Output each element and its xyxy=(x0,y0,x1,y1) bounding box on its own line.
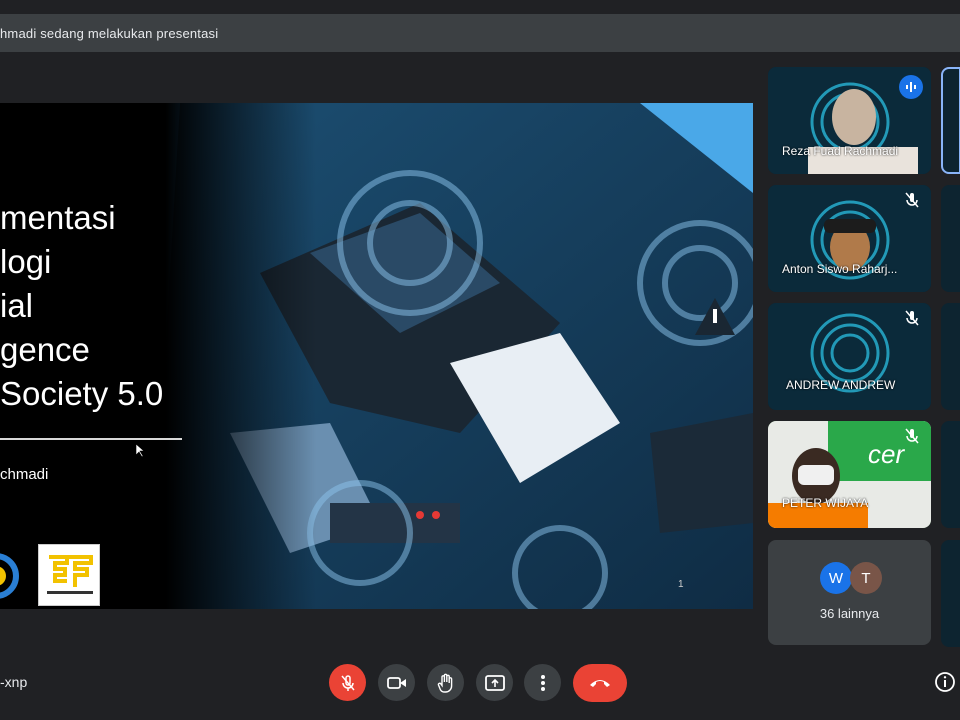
mic-off-icon xyxy=(340,674,355,691)
participant-name: PETER WIJAYA xyxy=(782,496,869,510)
slide-illustration xyxy=(0,103,753,609)
mic-off-icon xyxy=(905,428,919,444)
slide-title-line: logi xyxy=(0,243,52,280)
participant-tile-partial[interactable] xyxy=(941,185,960,292)
computer-engineering-logo-icon xyxy=(38,544,100,606)
leave-call-button[interactable] xyxy=(573,664,627,702)
university-logo-icon xyxy=(0,553,19,599)
participant-tile-partial[interactable] xyxy=(941,540,960,647)
present-now-button[interactable] xyxy=(476,664,513,701)
call-end-icon xyxy=(590,680,610,687)
participant-tile-partial[interactable] xyxy=(941,67,960,174)
participant-tile-partial[interactable] xyxy=(941,303,960,410)
info-icon[interactable] xyxy=(934,671,956,693)
presenting-banner-text: hmadi sedang melakukan presentasi xyxy=(0,25,219,41)
participant-avatar: W xyxy=(820,562,852,594)
slide-title-line: gence xyxy=(0,331,90,368)
mic-off-icon xyxy=(905,192,919,208)
participant-tile[interactable]: Anton Siswo Raharj... xyxy=(768,185,931,292)
slide-page-number: 1 xyxy=(678,579,684,590)
participant-tile-partial[interactable] xyxy=(941,421,960,528)
present-screen-icon xyxy=(484,674,505,691)
slide-title-line: mentasi xyxy=(0,199,116,236)
participant-avatar: T xyxy=(850,562,882,594)
speaking-indicator-icon xyxy=(899,75,923,99)
svg-text:cer: cer xyxy=(868,439,905,469)
mic-off-icon xyxy=(905,310,919,326)
raise-hand-icon xyxy=(437,673,452,693)
mouse-cursor-icon xyxy=(136,444,145,458)
participant-tile[interactable]: ANDREW ANDREW xyxy=(768,303,931,410)
slide-title-line: ial xyxy=(0,287,34,324)
participant-name: Reza Fuad Rachmadi xyxy=(782,144,899,158)
camera-toggle-button[interactable] xyxy=(378,664,415,701)
participant-name: Anton Siswo Raharj... xyxy=(782,262,898,276)
meeting-code: -xnp xyxy=(0,674,28,690)
slide-author: chmadi xyxy=(0,466,49,483)
presenting-banner: hmadi sedang melakukan presentasi xyxy=(0,14,960,52)
more-participants-tile[interactable]: W T 36 lainnya xyxy=(768,540,931,645)
meet-window: hmadi sedang melakukan presentasi mentas… xyxy=(0,0,960,720)
raise-hand-button[interactable] xyxy=(427,664,464,701)
shared-presentation[interactable]: mentasi logi ial gence Society 5.0 chmad… xyxy=(0,103,753,609)
participant-tile[interactable]: Reza Fuad Rachmadi xyxy=(768,67,931,174)
slide-title-line: Society 5.0 xyxy=(0,375,164,412)
more-participants-label: 36 lainnya xyxy=(819,606,880,621)
mic-toggle-button[interactable] xyxy=(329,664,366,701)
videocam-icon xyxy=(386,676,406,689)
slide-divider xyxy=(0,438,182,440)
participant-tile[interactable]: cer PETER WIJAYA xyxy=(768,421,931,528)
participant-name: ANDREW ANDREW xyxy=(786,378,896,392)
more-options-button[interactable] xyxy=(524,664,561,701)
more-vert-icon xyxy=(540,674,545,691)
